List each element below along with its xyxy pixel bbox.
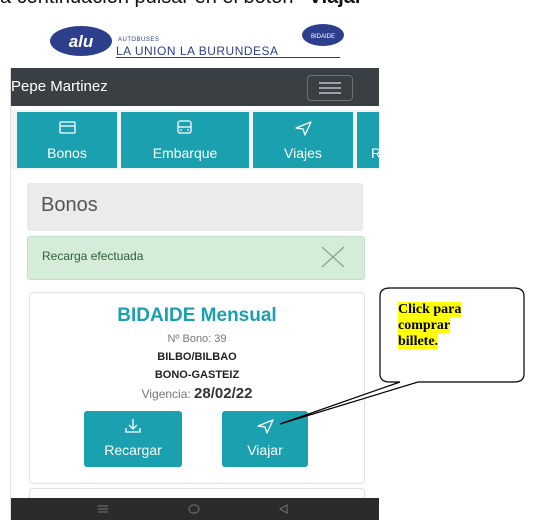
logo-underline	[116, 57, 340, 58]
callout-line1: Click para	[398, 302, 462, 317]
tab-viajes-label: Viajes	[284, 145, 322, 161]
tab-viajes[interactable]: Viajes	[253, 112, 353, 168]
bono-type: BONO-GASTEIZ	[154, 369, 240, 381]
alert-text: Recarga efectuada	[42, 249, 144, 263]
instruction-prefix: a continuación pulsar en el botón	[0, 0, 299, 8]
send-icon	[222, 418, 308, 434]
top-navbar: Pepe Martinez	[11, 68, 379, 106]
bono-number: Nº Bono: 39	[167, 333, 227, 345]
home-icon[interactable]	[187, 502, 201, 520]
hamburger-icon	[319, 82, 341, 84]
callout-line2: comprar	[398, 318, 451, 333]
send-icon	[253, 120, 353, 136]
logo-oval-text: alu	[69, 32, 94, 51]
tab-bonos[interactable]: Bonos	[17, 112, 117, 168]
bono-vigencia: Vigencia: 28/02/22	[30, 385, 364, 402]
logo-badge-mark: BIDAIDE	[311, 34, 335, 40]
download-icon	[84, 418, 182, 434]
hamburger-icon	[319, 92, 341, 94]
user-name: Pepe Martinez	[11, 78, 108, 95]
menu-icon[interactable]	[97, 502, 109, 520]
section-title: Bonos	[41, 194, 98, 216]
tab-r-label: R	[371, 145, 379, 161]
hamburger-icon	[319, 87, 341, 89]
card-icon	[17, 120, 117, 136]
bus-icon	[121, 120, 249, 136]
callout-line3: billete.	[398, 334, 439, 349]
bono-title: BIDAIDE Mensual	[117, 305, 277, 326]
section-header: Bonos	[27, 183, 363, 231]
instruction-text: a continuación pulsar en el botón "Viaja…	[0, 0, 372, 9]
success-alert: Recarga efectuada	[27, 236, 365, 280]
callout-text: Click para comprar billete.	[398, 302, 506, 350]
bono-route: BILBO/BILBAO	[157, 351, 237, 363]
tab-r[interactable]: R	[357, 112, 379, 168]
tab-embarque-label: Embarque	[152, 145, 218, 161]
android-nav-bar	[11, 498, 379, 520]
tab-embarque[interactable]: Embarque	[121, 112, 249, 168]
tab-strip: Bonos Embarque Viajes R	[11, 110, 379, 170]
recargar-button[interactable]: Recargar	[84, 411, 182, 467]
logo-badge: BIDAIDE	[302, 24, 344, 46]
bono-card: BIDAIDE Mensual Nº Bono: 39 BILBO/BILBAO…	[29, 292, 365, 484]
logo-mark: alu	[69, 32, 94, 51]
viajar-label: Viajar	[247, 442, 283, 458]
mobile-app-screen: Pepe Martinez Bonos Embarque Viajes Bono…	[10, 68, 379, 520]
company-logo: alu AUTOBUSES LA UNION LA BURUNDESA BIDA…	[50, 24, 350, 60]
logo-small-text: AUTOBUSES	[118, 37, 160, 43]
tab-bonos-label: Bonos	[47, 145, 87, 161]
vigencia-label: Vigencia:	[141, 387, 195, 401]
close-icon[interactable]	[320, 245, 346, 274]
vigencia-date: 28/02/22	[194, 385, 253, 402]
menu-toggle-button[interactable]	[307, 75, 353, 101]
logo-oval: alu	[50, 26, 112, 56]
recargar-label: Recargar	[104, 442, 162, 458]
logo-badge-text: BIDAIDE	[311, 34, 335, 40]
back-icon[interactable]	[277, 502, 289, 520]
logo-company-name: LA UNION LA BURUNDESA	[116, 44, 279, 58]
instruction-bold: "Viajar"	[299, 0, 372, 8]
